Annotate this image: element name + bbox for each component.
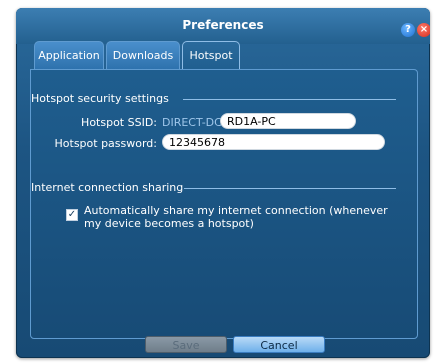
hotspot-security-heading: Hotspot security settings <box>31 92 169 105</box>
password-label: Hotspot password: <box>54 137 158 150</box>
tab-application[interactable]: Application <box>34 41 104 69</box>
auto-share-checkbox[interactable]: ✓ <box>66 209 78 221</box>
ssid-prefix: DIRECT-DC- <box>162 116 226 129</box>
cancel-button[interactable]: Cancel <box>233 336 325 353</box>
save-button[interactable]: Save <box>145 336 227 353</box>
help-icon[interactable]: ? <box>401 23 415 37</box>
section-divider <box>183 99 396 100</box>
password-input[interactable] <box>162 134 385 150</box>
ssid-label: Hotspot SSID: <box>81 116 157 129</box>
tab-downloads[interactable]: Downloads <box>106 41 180 69</box>
window-title: Preferences <box>182 18 264 32</box>
internet-sharing-heading: Internet connection sharing <box>31 181 184 194</box>
auto-share-label: Automatically share my internet connecti… <box>84 204 388 230</box>
title-bar: Preferences ? × <box>16 8 430 44</box>
tab-hotspot[interactable]: Hotspot <box>182 41 240 71</box>
section-divider <box>184 188 396 189</box>
close-icon[interactable]: × <box>417 23 430 37</box>
ssid-input[interactable] <box>220 113 356 129</box>
